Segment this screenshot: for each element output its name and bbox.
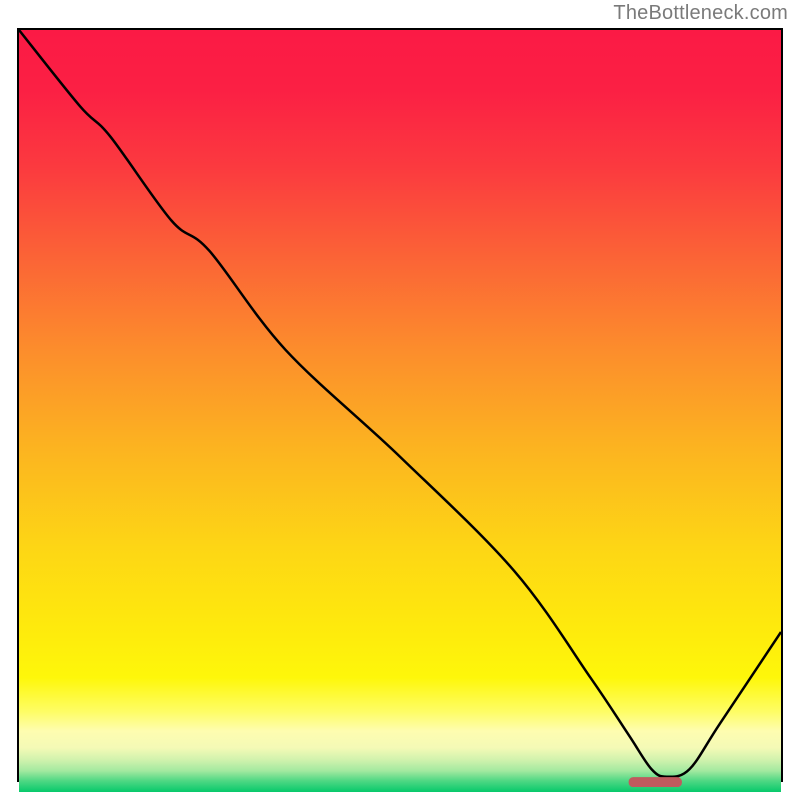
optimal-marker bbox=[629, 777, 682, 787]
chart-frame bbox=[17, 28, 783, 782]
chart-lines-layer bbox=[19, 30, 781, 792]
bottleneck-curve bbox=[19, 30, 781, 777]
watermark-text: TheBottleneck.com bbox=[613, 2, 788, 25]
